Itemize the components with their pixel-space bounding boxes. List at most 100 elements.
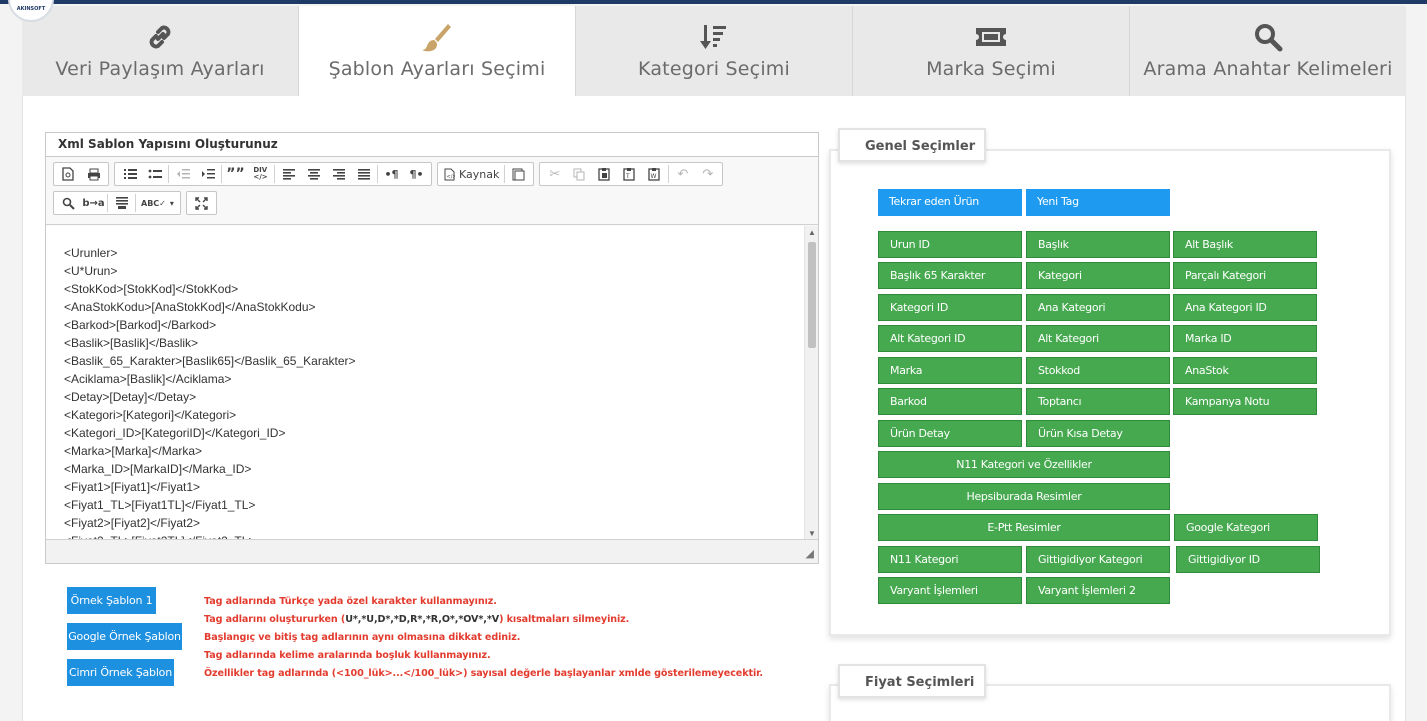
- warning-line: Tag adlarını oluştururken (U*,*U,D*,*D,R…: [204, 614, 630, 625]
- tag-button-parcali-kategori[interactable]: Parçalı Kategori: [1173, 262, 1317, 289]
- tab-veri-paylasim[interactable]: Veri Paylaşım Ayarları: [22, 6, 299, 97]
- align-right-icon[interactable]: [326, 163, 351, 185]
- warning-line: Özellikler tag adlarında (<100_lük>...</…: [204, 668, 763, 679]
- paste-text-icon[interactable]: T: [617, 163, 642, 185]
- tag-button-baslik[interactable]: Başlık: [1026, 231, 1170, 258]
- warning-line: Başlangıç ve bitiş tag adlarının aynı ol…: [204, 632, 521, 643]
- source-button[interactable]: </> Kaynak: [440, 163, 503, 185]
- tag-button-stokkod[interactable]: Stokkod: [1026, 357, 1170, 384]
- google-ornek-sablon-button[interactable]: Google Örnek Şablon: [67, 623, 182, 650]
- scroll-up-arrow[interactable]: ▲: [808, 228, 816, 237]
- xml-template-editor: Xml Sablon Yapısını Oluşturunuz ”” DIV <…: [45, 132, 819, 564]
- cut-icon[interactable]: ✂: [542, 163, 567, 185]
- tag-button-varyant-islemleri[interactable]: Varyant İşlemleri: [878, 577, 1022, 604]
- replace-icon[interactable]: b→a: [81, 192, 106, 214]
- source-icon: </>: [444, 168, 455, 180]
- code-line: <Baslik>[Baslik]</Baslik>: [64, 336, 199, 350]
- tag-button-alt-kategori[interactable]: Alt Kategori: [1026, 325, 1170, 352]
- redo-icon[interactable]: ↷: [695, 163, 720, 185]
- outdent-icon[interactable]: [170, 163, 195, 185]
- search-icon: [1248, 22, 1288, 52]
- tag-button-urun-id[interactable]: Urun ID: [878, 231, 1022, 258]
- scroll-down-arrow[interactable]: ▼: [808, 529, 816, 538]
- tag-button-varyant-islemleri-2[interactable]: Varyant İşlemleri 2: [1026, 577, 1170, 604]
- tag-button-hepsiburada-resimler[interactable]: Hepsiburada Resimler: [878, 483, 1170, 510]
- find-icon[interactable]: [56, 192, 81, 214]
- cimri-ornek-sablon-button[interactable]: Cimri Örnek Şablon: [67, 659, 174, 686]
- editor-content-area[interactable]: <Urunler> <U*Urun> <StokKod>[StokKod]</Sto…: [46, 226, 818, 540]
- ticket-icon: [971, 22, 1011, 52]
- code-line: <Fiyat1>[Fiyat1]</Fiyat1>: [64, 480, 201, 494]
- align-left-icon[interactable]: [276, 163, 301, 185]
- sort-icon: [694, 22, 734, 52]
- genel-secimler-legend: Genel Seçimler: [838, 128, 986, 162]
- copy-icon[interactable]: [567, 163, 592, 185]
- ornek-sablon-1-button[interactable]: Örnek Şablon 1: [67, 587, 156, 614]
- yeni-tag-button[interactable]: Yeni Tag: [1026, 189, 1170, 216]
- tag-button-urun-detay[interactable]: Ürün Detay: [878, 420, 1022, 447]
- code-line: <Aciklama>[Baslik]</Aciklama>: [64, 372, 232, 386]
- blockquote-icon[interactable]: ””: [223, 163, 248, 185]
- tag-button-marka[interactable]: Marka: [878, 357, 1022, 384]
- code-line: <Detay>[Detay]</Detay>: [64, 390, 197, 404]
- code-line: <AnaStokKodu>[AnaStokKod]</AnaStokKodu>: [64, 300, 316, 314]
- tag-button-alt-kategori-id[interactable]: Alt Kategori ID: [878, 325, 1022, 352]
- tab-kategori-secimi[interactable]: Kategori Seçimi: [576, 6, 853, 97]
- editor-footer: ◢: [46, 539, 818, 563]
- tag-button-n11-kategori[interactable]: N11 Kategori: [878, 546, 1022, 573]
- xml-template-text[interactable]: <Urunler> <U*Urun> <StokKod>[StokKod]</Sto…: [46, 226, 818, 540]
- code-line: <Kategori>[Kategori]</Kategori>: [64, 408, 237, 422]
- tag-button-gittigidiyor-kategori[interactable]: Gittigidiyor Kategori: [1026, 546, 1170, 573]
- align-center-icon[interactable]: [301, 163, 326, 185]
- indent-icon[interactable]: [195, 163, 220, 185]
- tag-button-barkod[interactable]: Barkod: [878, 388, 1022, 415]
- text-direction-rtl-icon[interactable]: ¶•: [404, 163, 429, 185]
- tag-button-anastok[interactable]: AnaStok: [1173, 357, 1317, 384]
- tag-button-ana-kategori[interactable]: Ana Kategori: [1026, 294, 1170, 321]
- tag-button-ana-kategori-id[interactable]: Ana Kategori ID: [1173, 294, 1317, 321]
- spellcheck-icon[interactable]: ABC✓ ▾: [137, 192, 178, 214]
- tab-sablon-ayarlari[interactable]: Şablon Ayarları Seçimi: [299, 6, 576, 97]
- code-line: <StokKod>[StokKod]</StokKod>: [64, 282, 239, 296]
- tekrar-eden-urun-button[interactable]: Tekrar eden Ürün: [878, 189, 1022, 216]
- print-icon[interactable]: [81, 163, 106, 185]
- scrollbar-thumb[interactable]: [808, 242, 816, 348]
- tag-button-marka-id[interactable]: Marka ID: [1173, 325, 1317, 352]
- top-bar: [0, 0, 1427, 4]
- paste-word-icon[interactable]: W: [642, 163, 667, 185]
- code-line: <Fiyat2>[Fiyat2]</Fiyat2>: [64, 516, 201, 530]
- preview-icon[interactable]: [56, 163, 81, 185]
- tag-button-google-kategori[interactable]: Google Kategori: [1174, 514, 1318, 541]
- tag-button-alt-baslik[interactable]: Alt Başlık: [1173, 231, 1317, 258]
- text-direction-ltr-icon[interactable]: •¶: [379, 163, 404, 185]
- code-line: <Fiyat1_TL>[Fiyat1TL]</Fiyat1_TL>: [64, 498, 256, 512]
- warning-line: Tag adlarında Türkçe yada özel karakter …: [204, 596, 497, 607]
- resize-handle-icon[interactable]: ◢: [806, 547, 814, 560]
- tag-button-n11-kategori-ozellikler[interactable]: N11 Kategori ve Özellikler: [878, 451, 1170, 478]
- tag-button-kampanya-notu[interactable]: Kampanya Notu: [1173, 388, 1317, 415]
- tag-button-urun-kisa-detay[interactable]: Ürün Kısa Detay: [1026, 420, 1170, 447]
- paintbrush-icon: [417, 22, 457, 52]
- tag-button-baslik-65[interactable]: Başlık 65 Karakter: [878, 262, 1022, 289]
- tag-button-eptt-resimler[interactable]: E-Ptt Resimler: [878, 514, 1170, 541]
- tag-button-toptanci[interactable]: Toptancı: [1026, 388, 1170, 415]
- paste-icon[interactable]: [592, 163, 617, 185]
- undo-icon[interactable]: ↶: [670, 163, 695, 185]
- div-container-icon[interactable]: DIV </>: [248, 163, 273, 185]
- editor-scrollbar[interactable]: ▲ ▼: [804, 226, 818, 540]
- select-all-icon[interactable]: [109, 192, 134, 214]
- editor-toolbar: ”” DIV </> •¶ ¶• </> Kaynak ✂ T W ↶ ↷ b→…: [46, 157, 818, 225]
- code-line: <Marka>[Marka]</Marka>: [64, 444, 203, 458]
- tab-arama-anahtar[interactable]: Arama Anahtar Kelimeleri: [1130, 6, 1406, 97]
- bullet-list-icon[interactable]: [142, 163, 167, 185]
- justify-icon[interactable]: [351, 163, 376, 185]
- tab-marka-secimi[interactable]: Marka Seçimi: [853, 6, 1130, 97]
- maximize-icon[interactable]: [189, 192, 214, 214]
- code-line: <Urunler>: [64, 246, 118, 260]
- tag-button-gittigidiyor-id[interactable]: Gittigidiyor ID: [1176, 546, 1320, 573]
- numbered-list-icon[interactable]: [117, 163, 142, 185]
- code-line: <Barkod>[Barkod]</Barkod>: [64, 318, 217, 332]
- templates-icon[interactable]: [506, 163, 531, 185]
- tag-button-kategori-id[interactable]: Kategori ID: [878, 294, 1022, 321]
- tag-button-kategori[interactable]: Kategori: [1026, 262, 1170, 289]
